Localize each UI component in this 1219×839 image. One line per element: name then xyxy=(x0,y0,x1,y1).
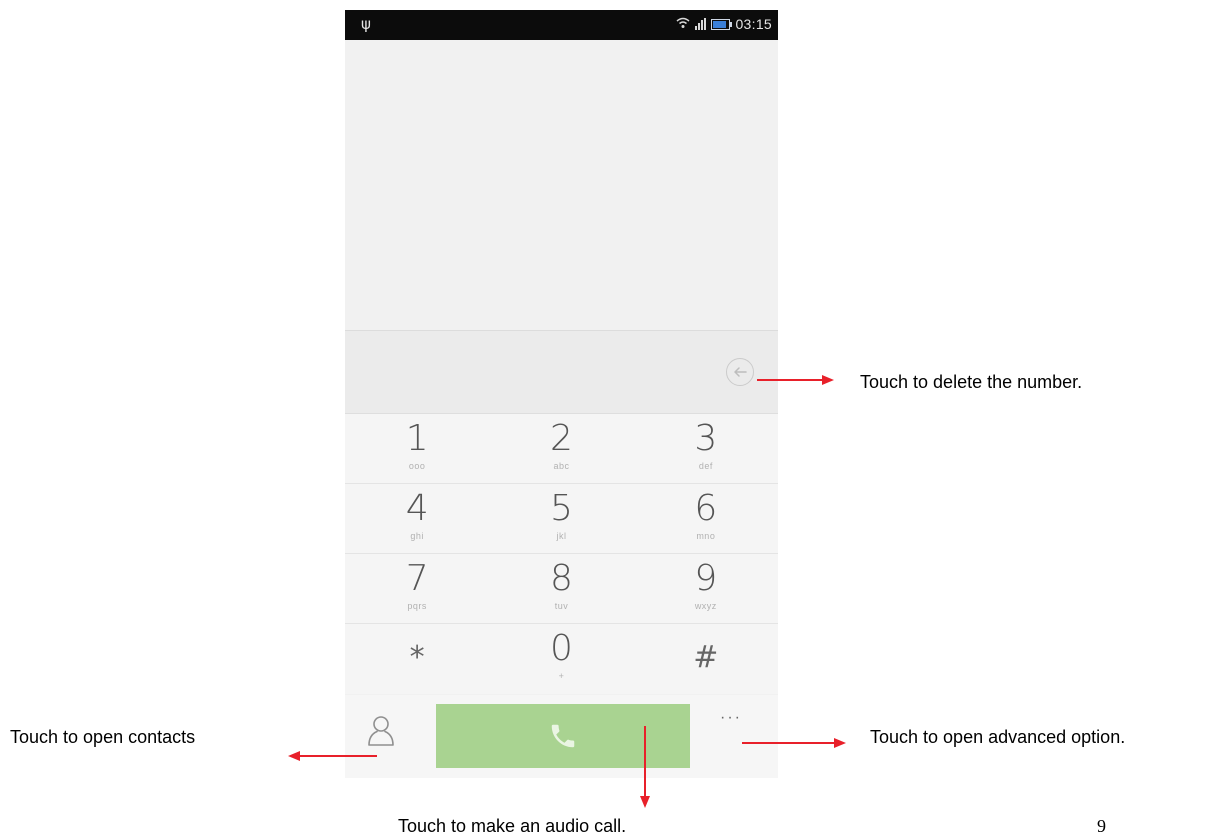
delete-caption: Touch to delete the number. xyxy=(860,372,1083,392)
call-caption: Touch to make an audio call. xyxy=(398,816,627,836)
contacts-caption: Touch to open contacts xyxy=(10,727,196,747)
page-number: 9 xyxy=(1097,816,1106,836)
annotation-arrows xyxy=(288,375,846,808)
call-arrow xyxy=(640,726,650,808)
advanced-caption: Touch to open advanced option. xyxy=(870,727,1126,747)
advanced-arrow xyxy=(742,738,846,748)
contacts-arrow xyxy=(288,751,377,761)
delete-arrow xyxy=(757,375,834,385)
